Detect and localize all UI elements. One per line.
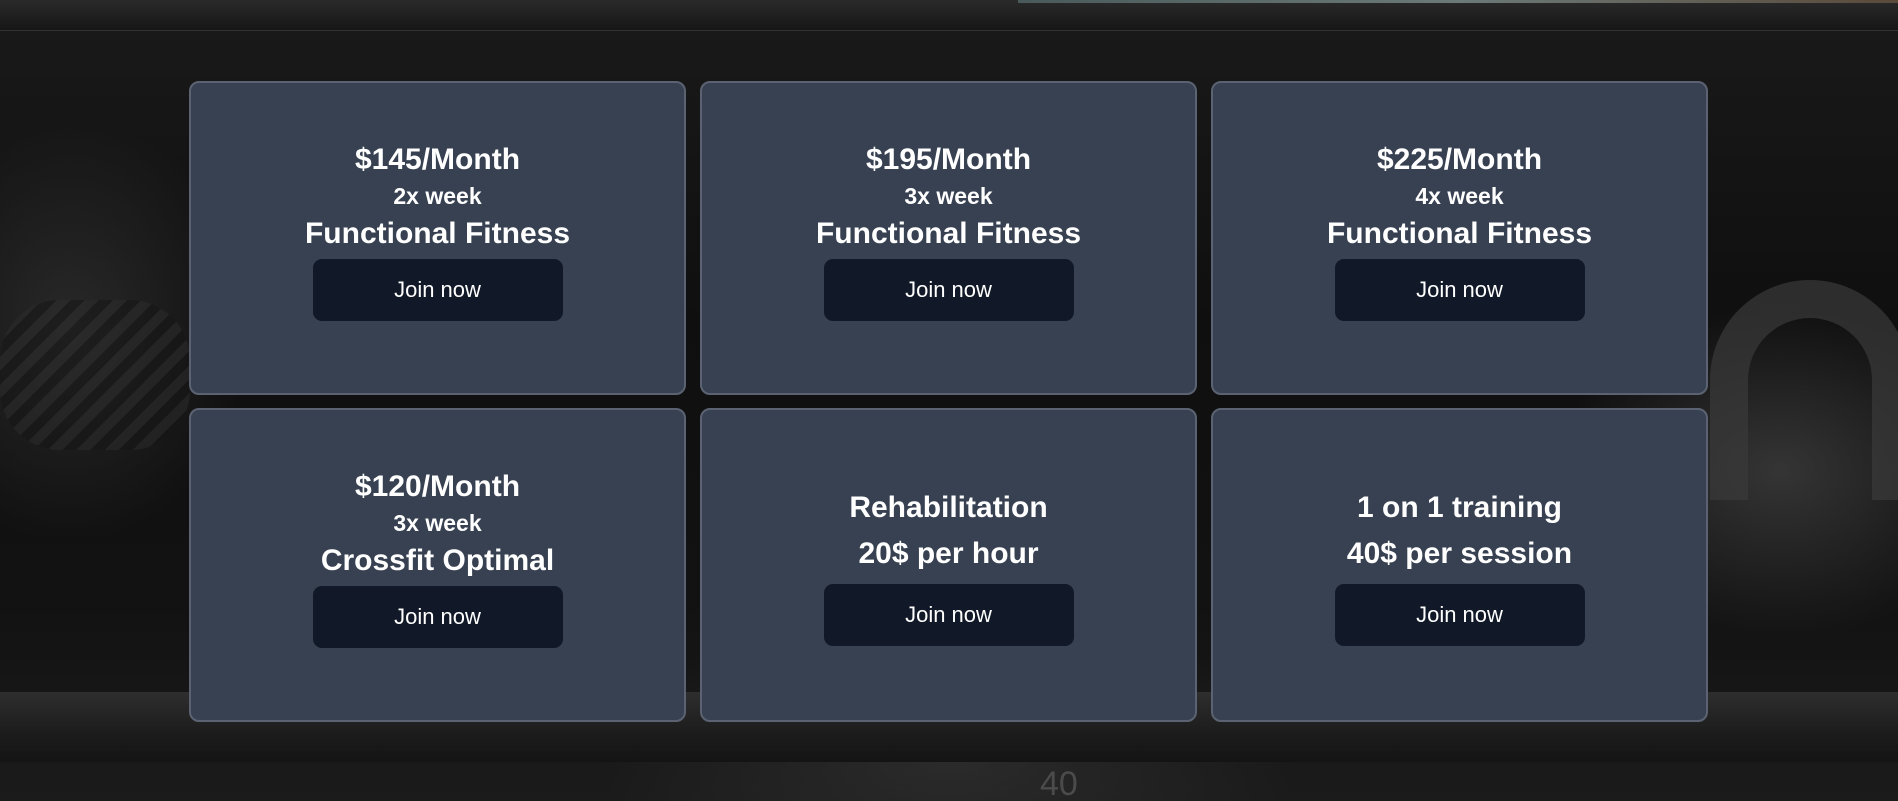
plan-frequency: 2x week: [393, 182, 482, 209]
background-kettlebell-image: [1710, 280, 1898, 500]
top-strip: [0, 0, 1898, 31]
pricing-card-120: $120/Month 3x week Crossfit Optimal Join…: [189, 408, 686, 722]
join-now-button[interactable]: Join now: [312, 258, 563, 321]
top-accent-line: [1018, 0, 1898, 3]
join-now-button[interactable]: Join now: [823, 583, 1074, 646]
join-now-button[interactable]: Join now: [823, 258, 1074, 321]
pricing-card-rehabilitation: Rehabilitation 20$ per hour Join now: [700, 408, 1197, 722]
plan-program: Functional Fitness: [815, 216, 1082, 250]
plan-title: Rehabilitation: [849, 490, 1048, 524]
plan-rate: 20$ per hour: [858, 536, 1039, 570]
plan-frequency: 3x week: [393, 509, 482, 536]
pricing-section: 40 $145/Month 2x week Functional Fitness…: [0, 0, 1898, 801]
plan-program: Functional Fitness: [1326, 216, 1593, 250]
pricing-grid: $145/Month 2x week Functional Fitness Jo…: [189, 81, 1708, 722]
plan-price: $195/Month: [865, 142, 1032, 176]
plan-price: $225/Month: [1376, 142, 1543, 176]
plan-price: $120/Month: [354, 469, 521, 503]
join-now-button[interactable]: Join now: [1334, 583, 1585, 646]
background-rope-image: [0, 300, 190, 450]
plan-program: Functional Fitness: [304, 216, 571, 250]
join-now-button[interactable]: Join now: [312, 585, 563, 648]
plan-rate: 40$ per session: [1346, 536, 1573, 570]
plan-program: Crossfit Optimal: [320, 543, 555, 577]
join-now-button[interactable]: Join now: [1334, 258, 1585, 321]
pricing-card-personal-training: 1 on 1 training 40$ per session Join now: [1211, 408, 1708, 722]
pricing-card-225: $225/Month 4x week Functional Fitness Jo…: [1211, 81, 1708, 395]
plan-title: 1 on 1 training: [1356, 490, 1563, 524]
plan-frequency: 3x week: [904, 182, 993, 209]
plan-price: $145/Month: [354, 142, 521, 176]
pricing-card-195: $195/Month 3x week Functional Fitness Jo…: [700, 81, 1197, 395]
background-weight-marking: 40: [1040, 765, 1078, 801]
plan-frequency: 4x week: [1415, 182, 1504, 209]
pricing-card-145: $145/Month 2x week Functional Fitness Jo…: [189, 81, 686, 395]
